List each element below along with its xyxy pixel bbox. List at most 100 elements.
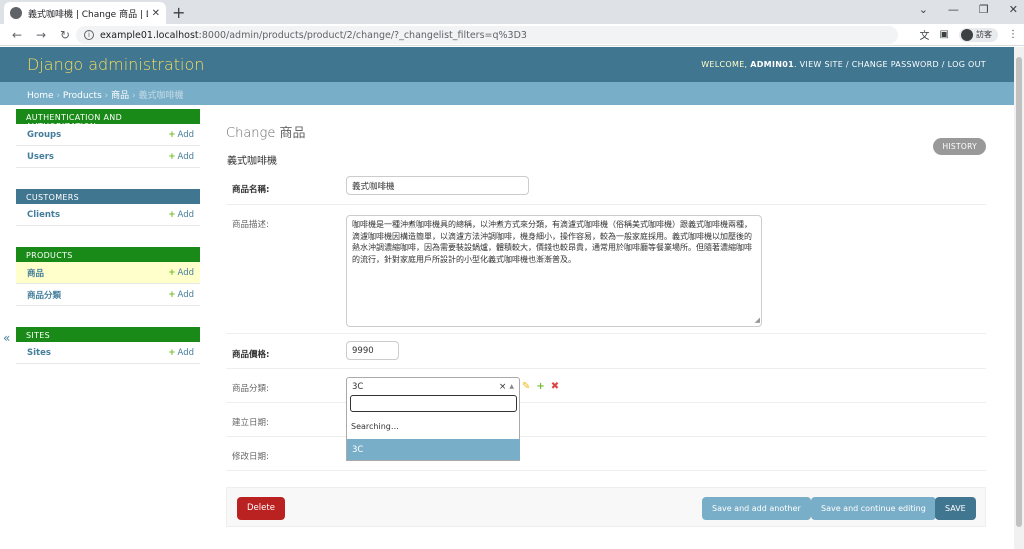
dropdown-search-input[interactable] — [350, 395, 517, 412]
sidepanel-icon[interactable]: ▣ — [940, 29, 949, 40]
browser-tab-bar: 義式咖啡機 | Change 商品 | Djan ✕ + ⌄ — ❐ ✕ — [0, 0, 1024, 24]
sidebar-item-users: Users + Add — [16, 146, 200, 168]
translate-icon[interactable]: 文 — [920, 27, 930, 42]
close-window-button[interactable]: ✕ — [1009, 3, 1018, 16]
address-bar[interactable]: i example01.localhost:8000/admin/product… — [76, 26, 898, 44]
sidebar-toggle-button[interactable]: « — [3, 331, 10, 345]
save-button[interactable]: SAVE — [935, 497, 976, 520]
window-controls: ⌄ — ❐ ✕ — [919, 3, 1018, 16]
menu-icon[interactable]: ⋮ — [1008, 29, 1018, 40]
breadcrumb: Home › Products › 商品 › 義式咖啡機 — [0, 82, 1014, 105]
site-header: Django administration WELCOME, ADMIN01. … — [0, 47, 1014, 82]
user-tools: WELCOME, ADMIN01. VIEW SITE / CHANGE PAS… — [701, 60, 986, 69]
avatar — [961, 28, 973, 41]
name-input[interactable]: 義式咖啡機 — [346, 176, 529, 195]
page-scrollbar[interactable] — [1014, 47, 1024, 549]
add-categories-link[interactable]: + Add — [168, 290, 194, 300]
name-label: 商品名稱: — [232, 185, 270, 195]
save-add-another-button[interactable]: Save and add another — [702, 497, 811, 520]
sidebar-item-clients: Clients + Add — [16, 204, 200, 226]
breadcrumb-sep: › — [53, 91, 63, 101]
reload-icon[interactable]: ↻ — [58, 28, 72, 42]
form-row-name: 商品名稱: 義式咖啡機 — [226, 172, 986, 205]
breadcrumb-model[interactable]: 商品 — [111, 91, 129, 101]
url-host: example01.localhost — [100, 29, 199, 41]
history-button[interactable]: HISTORY — [933, 138, 986, 155]
profile-button[interactable]: 訪客 — [959, 27, 998, 42]
add-icon: + — [168, 209, 176, 220]
dropdown-option[interactable]: 3C — [347, 439, 520, 460]
add-icon: + — [168, 267, 176, 278]
username: ADMIN01 — [750, 60, 794, 69]
browser-tab[interactable]: 義式咖啡機 | Change 商品 | Djan ✕ — [4, 2, 166, 24]
form-row-modified: 修改日期: — [226, 437, 986, 471]
form-row-description: 商品描述: 咖啡機是一種沖煮咖啡機具的總稱，以沖煮方式來分類，有滴濾式咖啡機（俗… — [226, 205, 986, 334]
new-tab-button[interactable]: + — [172, 3, 185, 22]
module-caption[interactable]: PRODUCTS — [16, 247, 200, 262]
breadcrumb-home[interactable]: Home — [27, 91, 54, 101]
profile-label: 訪客 — [976, 30, 992, 39]
breadcrumb-sep: › — [101, 91, 112, 101]
add-sites-link[interactable]: + Add — [168, 348, 194, 358]
description-text: 咖啡機是一種沖煮咖啡機具的總稱，以沖煮方式來分類，有滴濾式咖啡機（俗稱美式咖啡機… — [352, 220, 752, 264]
sidebar-link-users[interactable]: Users — [27, 152, 54, 162]
delete-button[interactable]: Delete — [237, 497, 285, 520]
forward-icon[interactable]: → — [34, 28, 48, 42]
site-brand[interactable]: Django administration — [27, 55, 204, 74]
add-icon: + — [168, 129, 176, 140]
dropdown-arrow-icon[interactable]: ▲ — [509, 383, 514, 390]
module-sites: SITES Sites + Add — [16, 327, 200, 364]
info-icon[interactable]: i — [84, 30, 94, 40]
add-clients-link[interactable]: + Add — [168, 210, 194, 220]
sidebar-item-products: 商品 + Add — [16, 262, 200, 284]
created-label: 建立日期: — [232, 418, 269, 428]
module-auth: AUTHENTICATION AND AUTHORIZATION Groups … — [16, 109, 200, 168]
description-textarea[interactable]: 咖啡機是一種沖煮咖啡機具的總稱，以沖煮方式來分類，有滴濾式咖啡機（俗稱美式咖啡機… — [346, 215, 762, 327]
module-products: PRODUCTS 商品 + Add 商品分類 + Add — [16, 247, 200, 306]
clear-selection-icon[interactable]: × — [499, 382, 507, 392]
delete-related-icon[interactable]: ✖ — [551, 381, 559, 392]
url-path: :8000/admin/products/product/2/change/?_… — [198, 29, 527, 41]
object-title: 義式咖啡機 — [227, 156, 277, 167]
globe-icon — [10, 7, 22, 19]
add-label: Add — [177, 209, 194, 220]
sidebar-link-products[interactable]: 商品 — [27, 267, 44, 279]
add-icon: + — [168, 347, 176, 358]
sidebar-item-sites: Sites + Add — [16, 342, 200, 364]
module-caption[interactable]: AUTHENTICATION AND AUTHORIZATION — [16, 109, 200, 131]
edit-related-icon[interactable]: ✎ — [522, 381, 530, 392]
category-label: 商品分類: — [232, 384, 269, 394]
form-row-category: 商品分類: 3C × ▲ ✎ + ✖ — [226, 369, 986, 403]
module-caption[interactable]: SITES — [16, 327, 200, 342]
sidebar-link-categories[interactable]: 商品分類 — [27, 289, 61, 301]
module-caption[interactable]: CUSTOMERS — [16, 189, 200, 204]
resize-grip-icon[interactable]: ◢ — [755, 315, 760, 327]
sidebar-link-sites[interactable]: Sites — [27, 348, 51, 358]
back-icon[interactable]: ← — [10, 28, 24, 42]
save-continue-button[interactable]: Save and continue editing — [811, 497, 936, 520]
toolbar-right: 文 ▣ 訪客 ⋮ — [920, 27, 1018, 42]
change-form: 商品名稱: 義式咖啡機 商品描述: 咖啡機是一種沖煮咖啡機具的總稱，以沖煮方式來… — [226, 172, 986, 471]
scrollbar-thumb[interactable] — [1016, 57, 1022, 527]
minimize-button[interactable]: — — [948, 3, 959, 16]
sidebar-link-clients[interactable]: Clients — [27, 210, 60, 220]
restore-button[interactable]: ❐ — [979, 3, 989, 16]
sidebar-link-groups[interactable]: Groups — [27, 130, 61, 140]
add-label: Add — [177, 151, 194, 162]
price-input[interactable]: 9990 — [346, 341, 399, 360]
tab-search-icon[interactable]: ⌄ — [919, 3, 928, 16]
breadcrumb-app[interactable]: Products — [63, 91, 102, 101]
related-widget-icons: ✎ + ✖ — [522, 381, 559, 392]
add-groups-link[interactable]: + Add — [168, 130, 194, 140]
nav-sidebar: AUTHENTICATION AND AUTHORIZATION Groups … — [16, 109, 200, 385]
category-dropdown: Searching… 3C — [346, 392, 520, 461]
user-links[interactable]: . VIEW SITE / CHANGE PASSWORD / LOG OUT — [794, 60, 986, 69]
module-customers: CUSTOMERS Clients + Add — [16, 189, 200, 226]
add-label: Add — [177, 267, 194, 278]
close-tab-icon[interactable]: ✕ — [152, 8, 160, 19]
tab-title: 義式咖啡機 | Change 商品 | Djan — [28, 9, 148, 20]
add-related-icon[interactable]: + — [536, 381, 544, 392]
page-title: Change 商品 — [226, 126, 306, 141]
add-products-link[interactable]: + Add — [168, 268, 194, 278]
add-users-link[interactable]: + Add — [168, 152, 194, 162]
